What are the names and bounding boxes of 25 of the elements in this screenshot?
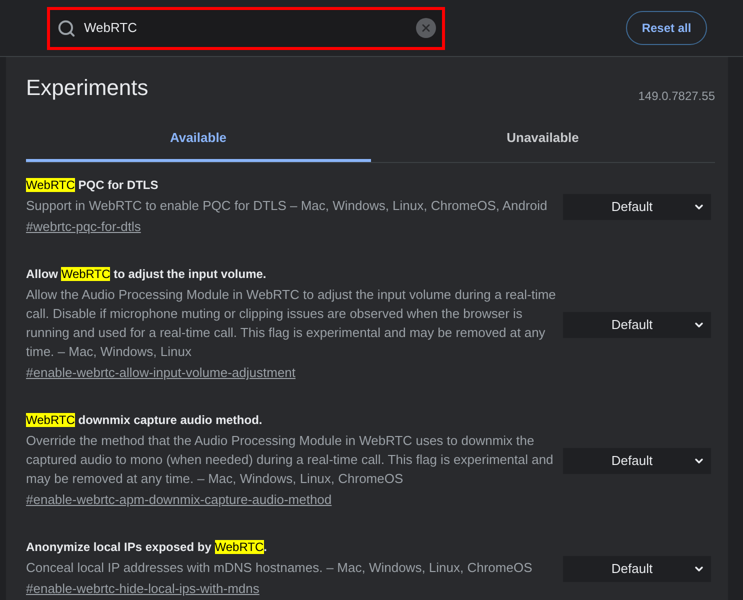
flag-select[interactable]: Default: [563, 194, 711, 220]
search-field[interactable]: WebRTC: [47, 6, 445, 50]
flag-select[interactable]: Default: [563, 312, 711, 338]
clear-search-button[interactable]: [416, 18, 436, 38]
experiment-description: Conceal local IP addresses with mDNS hostnames. – Mac, Windows, Linux, ChromeOS: [26, 559, 534, 577]
experiment-description: Support in WebRTC to enable PQC for DTLS – Mac, Windows, Linux, ChromeOS, Android: [26, 197, 548, 215]
experiment-description: Allow the Audio Processing Module in WebRTC to adjust the input volume during a real-time call. Disable if microphone muting or clipping issues are observed when the browser is running and used for a real-time call. This flag is experimental and may be removed at any time. – Mac, Windows, Linux: [26, 286, 557, 361]
flag-link[interactable]: #enable-webrtc-allow-input-volume-adjustment: [26, 363, 296, 383]
flag-select[interactable]: Default: [563, 448, 711, 474]
experiment-title: WebRTC PQC for DTLS: [26, 177, 160, 194]
flag-link[interactable]: #enable-webrtc-apm-downmix-capture-audio-method: [26, 490, 332, 510]
close-icon: [420, 22, 432, 34]
version-text: 149.0.7827.55: [638, 88, 715, 105]
flag-link[interactable]: #webrtc-pqc-for-dtls: [26, 217, 141, 237]
search-value: WebRTC: [84, 19, 137, 38]
experiment-title: WebRTC downmix capture audio method.: [26, 412, 264, 429]
tab[interactable]: Available: [26, 117, 370, 162]
page-title: Experiments: [26, 74, 148, 102]
reset-all-button[interactable]: Reset all: [626, 11, 707, 45]
search-icon: [57, 18, 76, 38]
tab[interactable]: Unavailable: [370, 117, 715, 162]
experiment-title: Allow WebRTC to adjust the input volume.: [26, 266, 268, 283]
flag-select[interactable]: Default: [563, 556, 711, 582]
flag-link[interactable]: #enable-webrtc-hide-local-ips-with-mdns: [26, 579, 260, 599]
experiment-description: Override the method that the Audio Processing Module in WebRTC uses to downmix the captured audio to mono (when needed) during a real-time call. This flag is experimental and may be removed at any time. – Mac, Windows, Linux, ChromeOS: [26, 432, 554, 488]
